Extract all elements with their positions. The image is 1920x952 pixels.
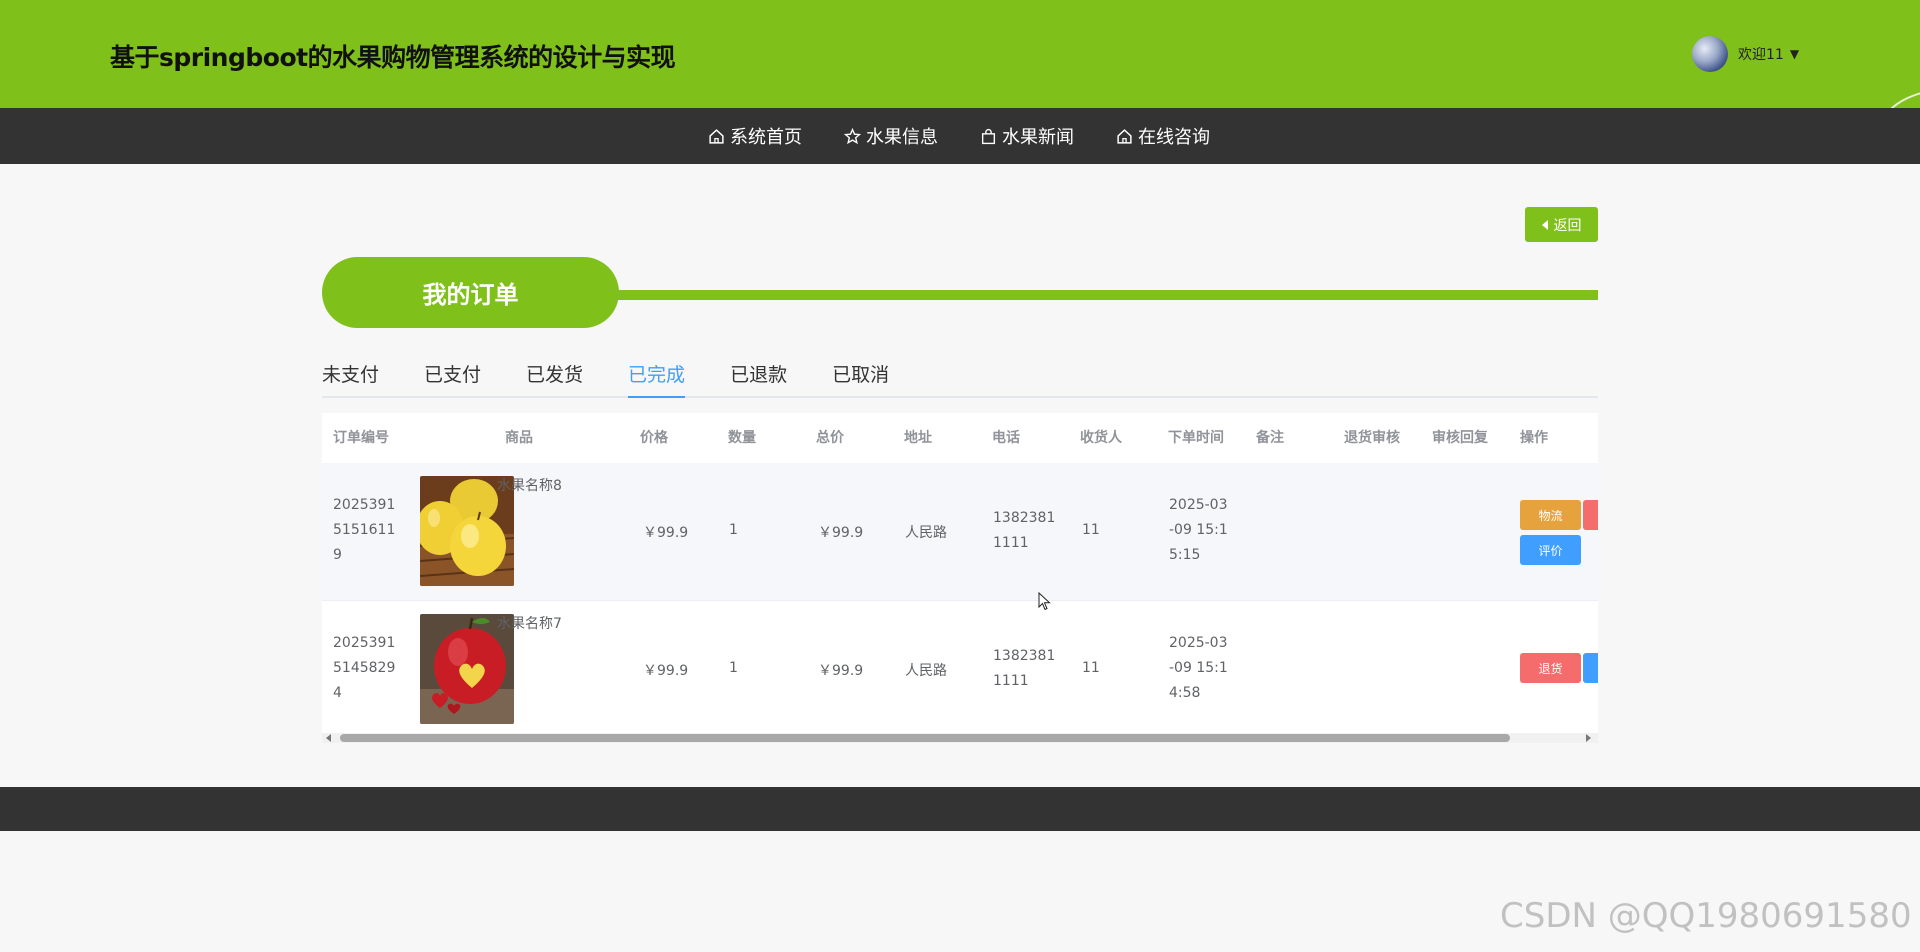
top-header: 基于springboot的水果购物管理系统的设计与实现 欢迎11 ▼: [0, 0, 1920, 108]
caret-left-icon: [1541, 219, 1548, 230]
nav-item-online-consult[interactable]: 在线咨询: [1116, 123, 1210, 149]
back-button[interactable]: 返回: [1525, 207, 1598, 242]
nav-item-home[interactable]: 系统首页: [708, 123, 802, 149]
column-header: 审核回复: [1432, 430, 1488, 446]
site-title: 基于springboot的水果购物管理系统的设计与实现: [110, 43, 676, 72]
scroll-left-icon[interactable]: [326, 734, 331, 742]
column-header: 退货审核: [1344, 430, 1400, 446]
quantity: 1: [729, 522, 738, 538]
tab-refunded[interactable]: 已退款: [730, 362, 787, 396]
column-header: 总价: [816, 430, 844, 446]
welcome-text[interactable]: 欢迎11: [1738, 44, 1784, 64]
column-header: 备注: [1256, 430, 1284, 446]
nav-label[interactable]: 水果信息: [866, 123, 938, 149]
column-header: 操作: [1520, 430, 1548, 446]
overflow-action-button[interactable]: [1583, 500, 1598, 530]
logistics-button[interactable]: 物流: [1520, 500, 1581, 530]
table-horizontal-scrollbar[interactable]: [322, 733, 1598, 743]
user-menu[interactable]: 欢迎11 ▼: [1692, 36, 1799, 72]
home-icon: [709, 128, 724, 144]
decorative-arc: [1880, 88, 1920, 108]
main-nav: 系统首页 水果信息 水果新闻 在线咨询: [0, 108, 1920, 164]
column-header: 地址: [904, 430, 932, 446]
home-icon: [1117, 128, 1132, 144]
bag-icon: [981, 128, 996, 144]
total-price: ￥99.9: [818, 525, 864, 541]
phone: 1382381 1111: [993, 648, 1056, 689]
product-name: 水果名称8: [497, 478, 562, 494]
title-divider: [600, 290, 1598, 300]
price: ￥99.9: [643, 663, 689, 679]
column-header: 电话: [992, 430, 1020, 446]
chevron-down-icon[interactable]: ▼: [1790, 47, 1799, 61]
order-number: 2025391 5151611 9: [333, 497, 396, 563]
table-row: 2025391 5151611 9 水果名称8 ￥99.9 1 ￥99.9 人民…: [322, 463, 1598, 601]
back-label[interactable]: 返回: [1554, 215, 1582, 235]
avatar[interactable]: [1692, 36, 1728, 72]
column-header: 订单编号: [333, 430, 389, 446]
price: ￥99.9: [643, 525, 689, 541]
tab-cancelled[interactable]: 已取消: [832, 362, 889, 396]
review-button[interactable]: 评价: [1520, 535, 1581, 565]
nav-label[interactable]: 在线咨询: [1138, 123, 1210, 149]
tab-unpaid[interactable]: 未支付: [322, 362, 379, 396]
orders-table: 订单编号 商品 价格 数量 总价 地址 电话 收货人 下单时间 备注 退货审核 …: [322, 413, 1598, 743]
column-header: 价格: [640, 430, 668, 446]
nav-label[interactable]: 系统首页: [730, 123, 802, 149]
address: 人民路: [905, 525, 947, 541]
nav-label[interactable]: 水果新闻: [1002, 123, 1074, 149]
total-price: ￥99.9: [818, 663, 864, 679]
nav-item-fruit-info[interactable]: 水果信息: [844, 123, 938, 149]
quantity: 1: [729, 660, 738, 676]
order-time: 2025-03 -09 15:1 4:58: [1169, 635, 1228, 701]
scroll-right-icon[interactable]: [1586, 734, 1591, 742]
phone: 1382381 1111: [993, 510, 1056, 551]
receiver: 11: [1082, 660, 1100, 676]
table-row: 2025391 5145829 4 水果名称7 ￥99.9 1 ￥99.9 人民…: [322, 601, 1598, 739]
table-header: 订单编号 商品 价格 数量 总价 地址 电话 收货人 下单时间 备注 退货审核 …: [322, 413, 1598, 463]
order-time: 2025-03 -09 15:1 5:15: [1169, 497, 1228, 563]
nav-item-fruit-news[interactable]: 水果新闻: [980, 123, 1074, 149]
order-number: 2025391 5145829 4: [333, 635, 396, 701]
overflow-action-button[interactable]: [1583, 653, 1598, 683]
footer: [0, 787, 1920, 831]
mouse-cursor-icon: [1038, 592, 1051, 611]
column-header: 收货人: [1080, 430, 1122, 446]
column-header: 下单时间: [1168, 430, 1224, 446]
scrollbar-thumb[interactable]: [340, 734, 1510, 742]
tab-completed[interactable]: 已完成: [628, 362, 686, 398]
product-name: 水果名称7: [497, 616, 562, 632]
page-title: 我的订单: [322, 257, 619, 328]
order-status-tabs: 未支付 已支付 已发货 已完成 已退款 已取消: [322, 362, 1598, 398]
return-button[interactable]: 退货: [1520, 653, 1581, 683]
column-header: 商品: [505, 430, 533, 446]
tab-shipped[interactable]: 已发货: [526, 362, 583, 396]
column-header: 数量: [728, 430, 756, 446]
watermark: CSDN @QQ1980691580: [1500, 896, 1912, 936]
star-icon: [844, 127, 861, 144]
address: 人民路: [905, 663, 947, 679]
receiver: 11: [1082, 522, 1100, 538]
tab-paid[interactable]: 已支付: [424, 362, 481, 396]
